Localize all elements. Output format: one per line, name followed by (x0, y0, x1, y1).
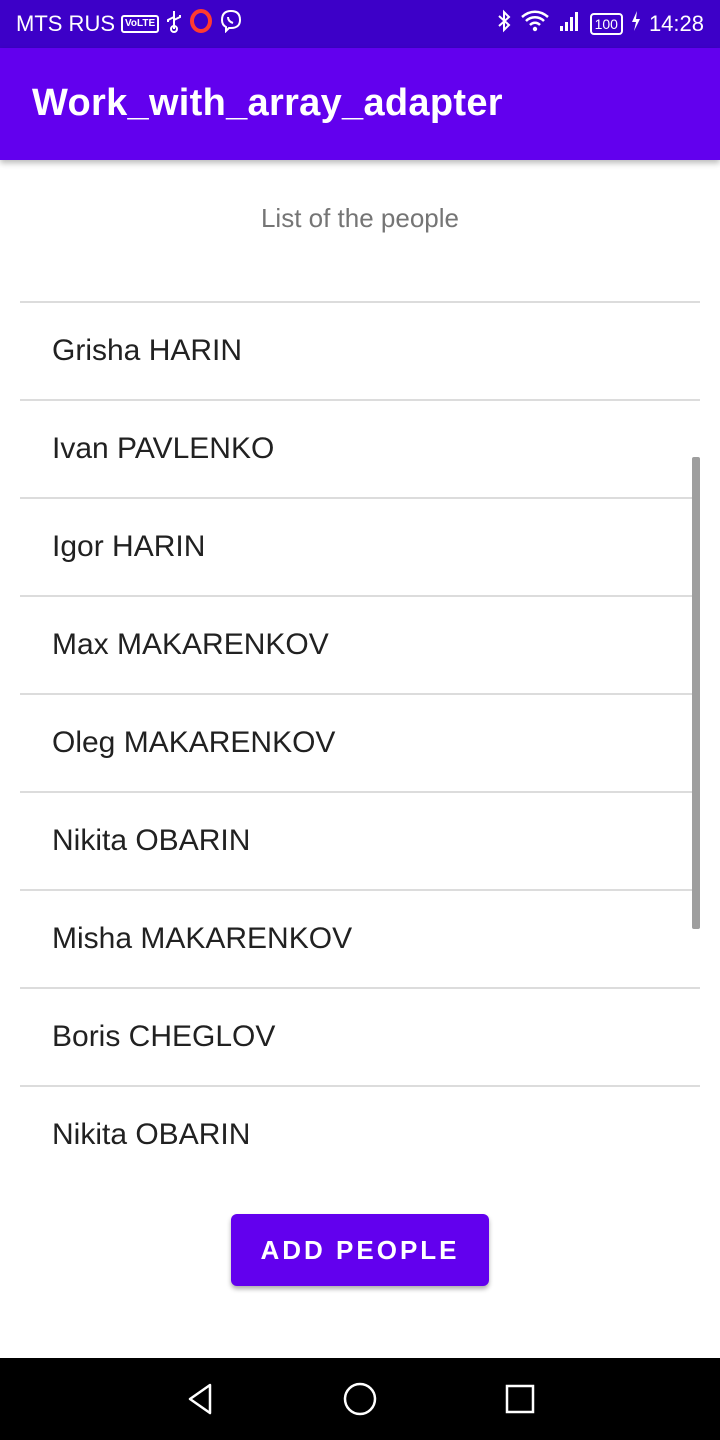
list-item[interactable]: Grisha HARIN (20, 301, 700, 399)
bluetooth-icon (496, 9, 512, 39)
list-item[interactable]: Oleg MAKARENKOV (20, 693, 700, 791)
navigation-bar (0, 1358, 720, 1440)
app-title: Work_with_array_adapter (32, 82, 503, 124)
battery-icon: 100 (589, 13, 623, 35)
list-item[interactable]: Nikita OBARIN (20, 1085, 700, 1183)
home-icon[interactable] (336, 1375, 384, 1423)
add-people-button[interactable]: ADD PEOPLE (231, 1214, 489, 1286)
people-list[interactable]: Grisha HARIN Ivan PAVLENKO Igor HARIN Ma… (20, 301, 700, 1183)
opera-icon (189, 9, 213, 39)
list-item[interactable]: Nikita OBARIN (20, 791, 700, 889)
carrier-name: MTS RUS (16, 11, 115, 36)
list-heading: List of the people (260, 203, 460, 233)
back-icon[interactable] (176, 1375, 224, 1423)
list-item[interactable]: Max MAKARENKOV (20, 595, 700, 693)
wifi-icon (520, 9, 550, 39)
signal-icon (558, 9, 582, 39)
list-item[interactable]: Igor HARIN (20, 497, 700, 595)
app-bar: Work_with_array_adapter (0, 48, 720, 160)
charging-icon (631, 10, 641, 38)
list-item[interactable]: Boris CHEGLOV (20, 987, 700, 1085)
usb-icon (165, 9, 183, 39)
status-left: MTS RUS VoLTE (16, 0, 243, 48)
viber-icon (219, 9, 243, 39)
volte-icon: VoLTE (121, 15, 160, 33)
status-bar: MTS RUS VoLTE 100 14:28 (0, 0, 720, 48)
list-item[interactable]: Misha MAKARENKOV (20, 889, 700, 987)
recents-icon[interactable] (496, 1375, 544, 1423)
status-time: 14:28 (648, 11, 704, 36)
status-right: 100 14:28 (496, 0, 704, 48)
list-scrollbar[interactable] (692, 457, 700, 929)
list-item[interactable]: Ivan PAVLENKO (20, 399, 700, 497)
